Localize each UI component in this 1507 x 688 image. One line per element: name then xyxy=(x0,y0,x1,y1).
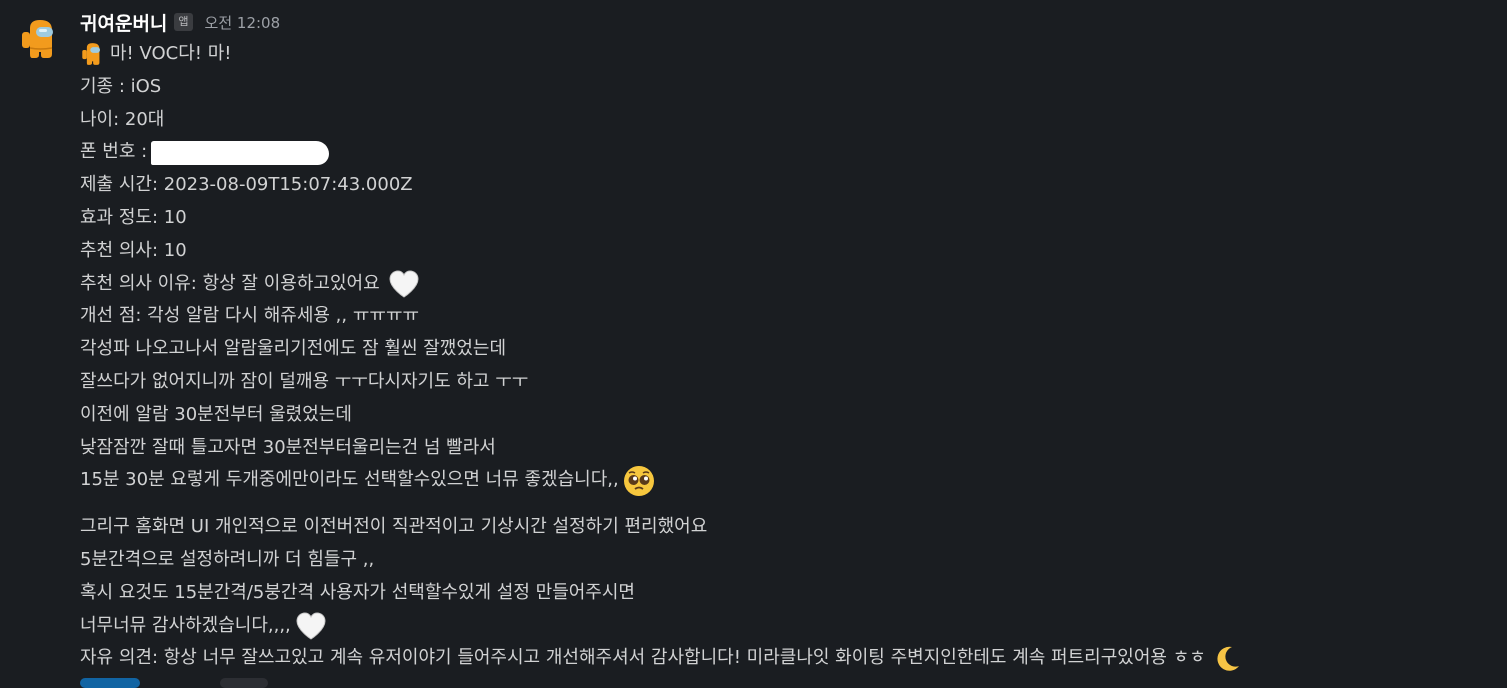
body-line-with-emoji: 15분 30분 요렇게 두개중에만이라도 선택할수있으면 너뮤 좋겠습니다,, xyxy=(80,464,1500,497)
body-line: 15분 30분 요렇게 두개중에만이라도 선택할수있으면 너뮤 좋겠습니다,, xyxy=(80,469,619,491)
recommend-reason-text: 추천 의사 이유: 항상 잘 이용하고있어요 xyxy=(80,272,380,294)
field-age: 나이: 20대 xyxy=(80,108,165,130)
white-heart-icon xyxy=(389,270,419,298)
message-header: 귀여운버니 앱 오전 12:08 xyxy=(80,9,280,35)
body-line: 이전에 알람 30분전부터 울렸었는데 xyxy=(80,403,352,425)
field-improve: 개선 점: 각성 알람 다시 해쥬세용 ,, ㅠㅠㅠㅠ xyxy=(80,305,420,327)
body-line: 혹시 요것도 15분간격/5붕간격 사용자가 선택할수있게 설정 만들어주시면 xyxy=(80,581,635,603)
free-opinion-text: 자유 의견: 항상 너무 잘쓰고있고 계속 유저이야기 들어주시고 개선해주셔서… xyxy=(80,647,1206,669)
body-line: 각성파 나오고나서 알람울리기전에도 잠 훨씬 잘깼었는데 xyxy=(80,338,507,360)
body-line: 낮잠잠깐 잘때 틀고자면 30분전부터울리는건 넘 빨라서 xyxy=(80,436,496,458)
message: 귀여운버니 앱 오전 12:08 마! VOC다! 마! 기종 : iOS 나이… xyxy=(0,0,1507,688)
title-line: 마! VOC다! 마! xyxy=(80,38,1500,71)
app-badge: 앱 xyxy=(174,13,193,31)
crescent-moon-icon xyxy=(1217,646,1239,671)
sender-name[interactable]: 귀여운버니 xyxy=(80,9,167,36)
field-effect: 효과 정도: 10 xyxy=(80,206,187,228)
crewmate-avatar-icon[interactable] xyxy=(20,18,58,60)
crewmate-emoji-icon xyxy=(82,43,100,66)
redaction-box xyxy=(151,140,330,165)
timestamp[interactable]: 오전 12:08 xyxy=(205,12,281,33)
message-body: 마! VOC다! 마! 기종 : iOS 나이: 20대 폰 번호 : 제출 시… xyxy=(80,38,1500,675)
body-line: 잘쓰다가 없어지니까 잠이 덜깨용 ㅜㅜ다시자기도 하고 ㅜㅜ xyxy=(80,370,529,392)
phone-label: 폰 번호 : xyxy=(80,141,148,163)
field-submitted: 제출 시간: 2023-08-09T15:07:43.000Z xyxy=(80,174,413,196)
field-phone: 폰 번호 : xyxy=(80,136,1500,169)
pleading-face-icon xyxy=(623,465,654,496)
field-recommend: 추천 의사: 10 xyxy=(80,239,187,261)
free-opinion-line: 자유 의견: 항상 너무 잘쓰고있고 계속 유저이야기 들어주시고 개선해주셔서… xyxy=(80,642,1500,675)
body-line-with-emoji: 너무너뮤 감사하겠습니다,,,, xyxy=(80,610,1500,643)
body-line: 그리구 홈화면 UI 개인적으로 이전버전이 직관적이고 기상시간 설정하기 편… xyxy=(80,516,708,538)
body-line: 5분간격으로 설정하려니까 더 힘들구 ,, xyxy=(80,548,375,570)
message-title: 마! VOC다! 마! xyxy=(110,43,232,64)
field-recommend-reason: 추천 의사 이유: 항상 잘 이용하고있어요 xyxy=(80,268,1500,301)
reaction-pill[interactable] xyxy=(220,678,268,688)
white-heart-icon xyxy=(296,612,326,640)
body-line: 너무너뮤 감사하겠습니다,,,, xyxy=(80,614,291,636)
reaction-pill[interactable] xyxy=(80,678,140,688)
field-device: 기종 : iOS xyxy=(80,75,162,97)
